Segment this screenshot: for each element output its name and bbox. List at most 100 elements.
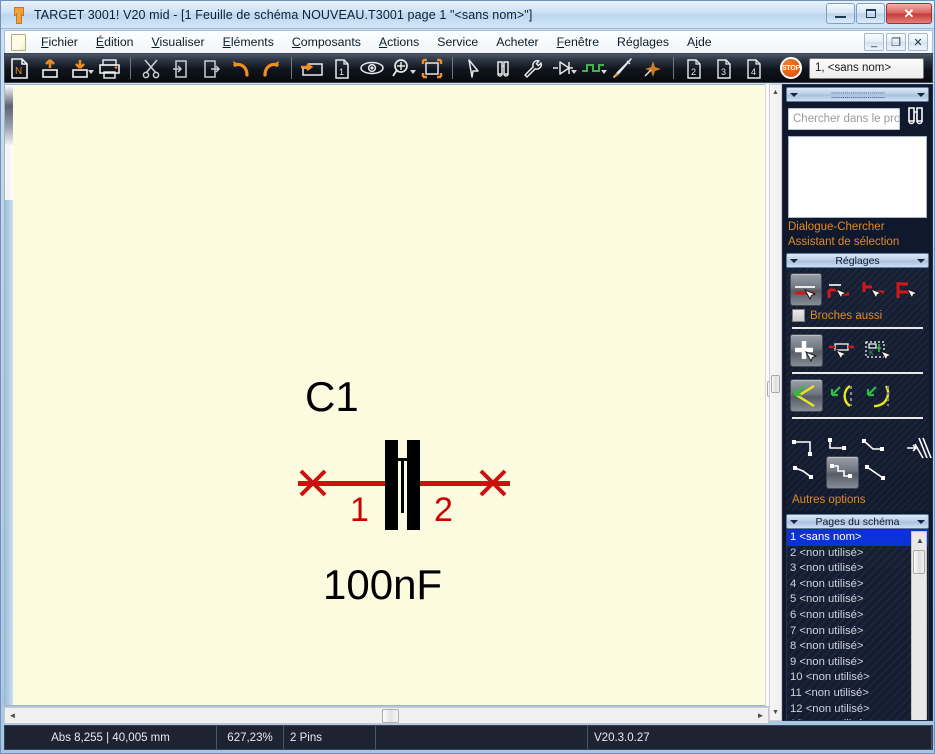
menu-item-fenetre[interactable]: Fenêtre [548,33,608,51]
chevron-down-icon[interactable] [571,70,577,74]
page4-icon[interactable]: 4 [739,54,769,82]
mdi-close-button[interactable]: ✕ [908,33,928,51]
cut-icon[interactable] [136,54,166,82]
capacitor-plate-right[interactable] [407,440,420,530]
chevron-down-icon[interactable] [917,258,925,263]
list-item[interactable]: 11 <non utilisé> [787,686,928,702]
menu-item-aide[interactable]: Aide [678,33,721,51]
bus-icon[interactable] [904,432,932,465]
capacitor-plate-left[interactable] [385,440,398,530]
list-item[interactable]: 4 <non utilisé> [787,577,928,593]
sparkle-icon[interactable] [638,54,668,82]
search-results-box[interactable] [788,136,927,218]
menu-item-acheter[interactable]: Acheter [487,33,547,51]
chevron-down-icon[interactable] [917,519,925,524]
dock-scroll-down-icon[interactable]: ▼ [771,707,780,718]
scroll-left-arrow-icon[interactable]: ◄ [5,708,20,723]
route-style-5-icon[interactable] [826,456,859,489]
visibility-eye-icon[interactable] [357,54,387,82]
search-input[interactable]: Chercher dans le pro [788,107,900,130]
paste-icon[interactable] [196,54,226,82]
window-minimize-button[interactable] [826,3,855,24]
junction-mode-2-icon[interactable] [825,273,857,306]
signal-icon[interactable] [548,54,578,82]
menu-item-reglages[interactable]: Réglages [608,33,678,51]
chevron-down-icon[interactable] [601,70,607,74]
pages-panel-header[interactable]: Pages du schéma [786,514,929,529]
pin2-label[interactable]: 2 [434,491,453,530]
canvas-horizontal-scrollbar[interactable]: ◄ ► [4,707,769,724]
list-item[interactable]: 3 <non utilisé> [787,561,928,577]
arc-mode-3-icon[interactable] [862,379,895,412]
component-select-icon[interactable] [826,334,859,367]
list-item[interactable]: 13 <non utilisé> [787,717,928,720]
pages-scrollbar[interactable]: ▲ [911,531,927,720]
list-item[interactable]: 2 <non utilisé> [787,546,928,562]
canvas-hscroll-thumb[interactable] [382,709,399,723]
schematic-sheet[interactable]: C1 1 2 100nF [13,85,768,705]
pen-icon[interactable] [608,54,638,82]
scroll-right-arrow-icon[interactable]: ► [753,708,768,723]
autres-options-link[interactable]: Autres options [788,494,927,509]
mdi-minimize-button[interactable]: _ [864,33,884,51]
chevron-down-icon[interactable] [790,258,798,263]
pages-scroll-up-icon[interactable]: ▲ [914,534,926,547]
wrench-icon[interactable] [518,54,548,82]
dock-scroll-up-icon[interactable]: ▲ [771,87,780,98]
import-icon[interactable] [297,54,327,82]
broches-aussi-checkbox[interactable] [792,309,805,322]
menu-item-elements[interactable]: Eléments [214,33,283,51]
route-style-6-icon[interactable] [862,456,895,489]
dialogue-chercher-link[interactable]: Dialogue-Chercher [788,221,927,233]
arc-mode-1-icon[interactable] [790,379,823,412]
zoom-window-icon[interactable] [417,54,447,82]
list-item[interactable]: 1 <sans nom> [787,530,928,546]
list-item[interactable]: 12 <non utilisé> [787,702,928,718]
window-restore-button[interactable] [856,3,885,24]
dock-vertical-scrollbar[interactable]: ▲ ▼ [769,84,782,721]
menu-item-fichier[interactable]: Fichier [32,33,87,51]
area-select-icon[interactable]: K [862,334,895,367]
print-icon[interactable] [95,54,125,82]
settings-panel-header[interactable]: Réglages [786,253,929,268]
copy-icon[interactable] [166,54,196,82]
menu-item-visualiser[interactable]: Visualiser [143,33,214,51]
page-icon[interactable]: 1 [327,54,357,82]
pin1-connection-marker[interactable] [296,466,330,500]
menu-item-actions[interactable]: Actions [370,33,428,51]
pointer-icon[interactable] [458,54,488,82]
zoom-icon[interactable] [387,54,417,82]
dock-vscroll-thumb[interactable] [771,375,780,393]
chevron-down-icon[interactable] [410,70,416,74]
binoculars-icon[interactable] [904,105,927,132]
assistant-selection-link[interactable]: Assistant de sélection [788,236,927,248]
chevron-down-icon[interactable] [917,92,925,97]
chevron-down-icon[interactable] [790,519,798,524]
schematic-canvas[interactable]: C1 1 2 100nF [4,84,769,706]
waveform-icon[interactable] [578,54,608,82]
crosshair-icon[interactable] [790,334,823,367]
list-item[interactable]: 9 <non utilisé> [787,655,928,671]
list-item[interactable]: 10 <non utilisé> [787,670,928,686]
pin2-connection-marker[interactable] [476,466,510,500]
component-value[interactable]: 100nF [323,561,442,609]
chevron-down-icon[interactable] [88,70,94,74]
menu-item-composants[interactable]: Composants [283,33,370,51]
stop-button[interactable]: STOP [780,57,802,79]
list-item[interactable]: 5 <non utilisé> [787,592,928,608]
junction-mode-1-icon[interactable] [790,273,822,306]
page2-icon[interactable]: 2 [679,54,709,82]
window-close-button[interactable]: ✕ [886,3,932,24]
route-style-4-icon[interactable] [790,456,823,489]
broches-aussi-checkbox-row[interactable]: Broches aussi [788,308,927,324]
undo-icon[interactable] [226,54,256,82]
new-file-icon[interactable]: N [5,54,35,82]
dock-top-grip[interactable]: :::::::::::::::::::::::::::: [786,87,929,102]
redo-icon[interactable] [256,54,286,82]
pages-scroll-thumb[interactable] [913,550,925,574]
junction-mode-3-icon[interactable] [859,273,891,306]
menu-item-edition[interactable]: Édition [87,33,143,51]
menu-item-service[interactable]: Service [428,33,487,51]
component-designator[interactable]: C1 [305,373,359,421]
list-item[interactable]: 8 <non utilisé> [787,639,928,655]
